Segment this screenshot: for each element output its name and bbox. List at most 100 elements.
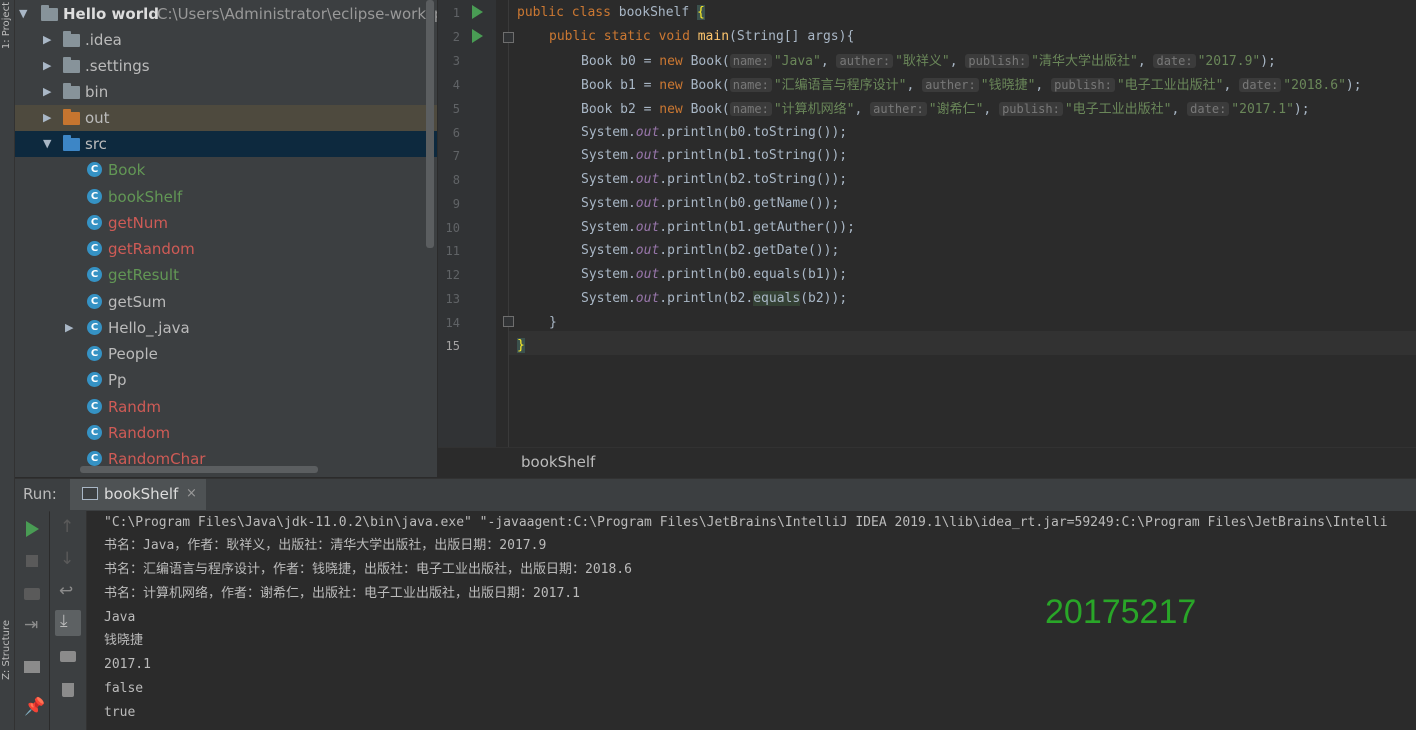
run-gutter-icon[interactable]	[472, 5, 483, 19]
code-line-3[interactable]: Book b0 = new Book(name: "Java", auther: "…	[581, 49, 1276, 73]
tree-class-item[interactable]: C Pp	[15, 367, 437, 393]
arg: b0.equals(b1));	[729, 267, 848, 282]
println: .println(	[659, 267, 730, 282]
tree-class-item[interactable]: C Book	[15, 157, 437, 183]
field: out	[635, 125, 660, 140]
stop-icon[interactable]	[26, 555, 38, 567]
tree-class-item[interactable]: C Randm	[15, 394, 437, 420]
expand-arrow-icon[interactable]: ▶	[43, 27, 51, 53]
run-tab-label[interactable]: bookShelf	[104, 485, 178, 503]
code-line-11[interactable]: System.out.println(b2.getDate());	[581, 239, 839, 263]
left-tool-strip: 1: Project Z: Structure	[0, 0, 15, 730]
tree-class-item[interactable]: C People	[15, 341, 437, 367]
scroll-end-button[interactable]: ⤓	[55, 610, 81, 636]
tree-root[interactable]: ▼ Hello world C:\Users\Administrator\ecl…	[15, 1, 437, 27]
tree-class-item[interactable]: ▶ C Hello_.java	[15, 315, 437, 341]
code-line-7[interactable]: System.out.println(b1.toString());	[581, 144, 847, 168]
class-icon: C	[87, 320, 102, 335]
param-hint: name:	[729, 54, 772, 68]
tree-class-item[interactable]: C bookShelf	[15, 184, 437, 210]
login-icon[interactable]: ⇥	[24, 615, 38, 635]
student-id-overlay: 20175217	[1045, 593, 1197, 631]
code-line-15[interactable]: }	[517, 334, 525, 358]
string: "2018.6"	[1283, 78, 1346, 93]
expand-arrow-icon[interactable]: ▼	[19, 1, 27, 27]
fold-icon[interactable]	[503, 32, 514, 43]
code-line-2[interactable]: public static void main(String[] args){	[549, 25, 854, 49]
param-hint: name:	[729, 102, 772, 116]
up-arrow-icon[interactable]: ↑	[60, 517, 74, 537]
string: "2017.9"	[1197, 54, 1261, 69]
pin-icon[interactable]: 📌	[24, 697, 45, 717]
code-line-1[interactable]: public class bookShelf {	[517, 1, 705, 25]
tree-vertical-scrollbar[interactable]	[426, 0, 434, 248]
arg: b2.	[729, 291, 754, 306]
line-number: 15	[445, 339, 460, 353]
rerun-icon[interactable]	[26, 521, 39, 537]
tree-class-item[interactable]: C getResult	[15, 262, 437, 288]
layout-icon[interactable]	[24, 661, 40, 673]
run-gutter-icon[interactable]	[472, 29, 483, 43]
keyword: public	[517, 5, 564, 20]
code-line-12[interactable]: System.out.println(b0.equals(b1));	[581, 263, 847, 287]
code-line-5[interactable]: Book b2 = new Book(name: "计算机网络", auther:…	[581, 97, 1310, 121]
code-line-10[interactable]: System.out.println(b1.getAuther());	[581, 216, 855, 240]
param-hint: auther:	[836, 54, 894, 68]
expand-arrow-icon[interactable]: ▶	[43, 53, 51, 79]
print-icon[interactable]	[60, 651, 76, 662]
expand-arrow-icon[interactable]: ▶	[65, 315, 73, 341]
structure-tool-tab[interactable]: Z: Structure	[1, 620, 12, 680]
param-hint: date:	[1239, 78, 1282, 92]
code-line-13[interactable]: System.out.println(b2.equals(b2));	[581, 287, 847, 311]
system: System.	[581, 172, 636, 187]
folder-label: .settings	[85, 57, 150, 75]
tree-class-item[interactable]: C getRandom	[15, 236, 437, 262]
camera-icon[interactable]	[24, 588, 40, 600]
code-line-14[interactable]: }	[549, 311, 557, 335]
soft-wrap-icon[interactable]: ↩	[59, 581, 73, 601]
line-number: 8	[452, 173, 460, 187]
tree-folder-idea[interactable]: ▶ .idea	[15, 27, 437, 53]
code-line-8[interactable]: System.out.println(b2.toString());	[581, 168, 847, 192]
string: "谢希仁"	[928, 102, 984, 117]
run-label: Run:	[23, 485, 57, 503]
expand-arrow-icon[interactable]: ▶	[43, 105, 51, 131]
println: .println(	[659, 243, 730, 258]
folder-label: src	[85, 135, 107, 153]
class-icon: C	[87, 451, 102, 466]
tree-class-item[interactable]: C Random	[15, 420, 437, 446]
fold-icon[interactable]	[503, 316, 514, 327]
tree-horizontal-scrollbar[interactable]	[80, 466, 318, 473]
field: out	[635, 172, 660, 187]
code-line-6[interactable]: System.out.println(b0.toString());	[581, 121, 847, 145]
highlighted-identifier: equals	[753, 291, 801, 306]
trash-icon[interactable]	[62, 683, 74, 697]
keyword: class	[571, 5, 611, 20]
tree-folder-settings[interactable]: ▶ .settings	[15, 53, 437, 79]
tree-class-item[interactable]: C getSum	[15, 289, 437, 315]
code-line-9[interactable]: System.out.println(b0.getName());	[581, 192, 839, 216]
close-icon[interactable]: ×	[186, 486, 197, 501]
method-name: main	[697, 29, 730, 44]
tree-folder-out[interactable]: ▶ out	[15, 105, 437, 131]
param-hint: publish:	[1051, 78, 1115, 92]
param-hint: auther:	[922, 78, 979, 92]
system: System.	[581, 148, 636, 163]
system: System.	[581, 196, 636, 211]
breadcrumb[interactable]: bookShelf	[521, 453, 595, 471]
ctor: Book(	[690, 102, 730, 117]
tree-folder-src[interactable]: ▼ src	[15, 131, 437, 157]
expand-arrow-icon[interactable]: ▶	[43, 79, 51, 105]
tree-folder-bin[interactable]: ▶ bin	[15, 79, 437, 105]
project-tool-tab[interactable]: 1: Project	[1, 2, 12, 49]
class-icon: C	[87, 189, 102, 204]
string: "电子工业出版社"	[1064, 102, 1172, 117]
type: Book	[581, 78, 613, 93]
code-line-4[interactable]: Book b1 = new Book(name: "汇编语言与程序设计", aut…	[581, 73, 1362, 97]
collapse-arrow-icon[interactable]: ▼	[43, 131, 51, 157]
console-line: 书名：Java，作者：耿祥义，出版社：清华大学出版社，出版日期：2017.9	[104, 538, 547, 553]
folder-icon	[41, 5, 58, 21]
tree-class-item[interactable]: C getNum	[15, 210, 437, 236]
folder-label: .idea	[85, 31, 122, 49]
down-arrow-icon[interactable]: ↓	[60, 549, 74, 569]
